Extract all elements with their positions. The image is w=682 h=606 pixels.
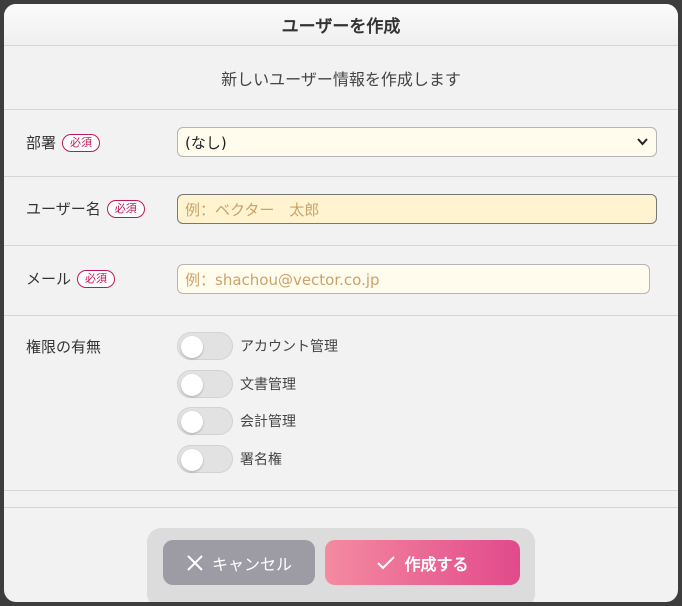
required-badge: 必須 [77,269,116,288]
cancel-button-label: キャンセル [211,554,292,574]
toggle-switch[interactable] [177,407,233,435]
permission-toggle-accounting[interactable]: 会計管理 [177,407,296,435]
email-label: メール [26,270,72,288]
dialog-title: ユーザーを作成 [4,4,678,46]
username-label-group: ユーザー名 必須 [26,198,145,219]
create-button[interactable]: 作成する [325,540,520,585]
username-row: ユーザー名 必須 例：ベクター 太郎 [4,177,678,246]
email-row: メール 必須 例：shachou@vector.co.jp [4,246,678,316]
check-icon [376,555,396,571]
username-placeholder: 例：ベクター 太郎 [185,200,320,219]
close-icon [186,554,204,572]
toggle-knob [181,449,203,471]
permission-toggle-account[interactable]: アカウント管理 [177,332,338,360]
create-button-label: 作成する [404,554,469,574]
department-label-group: 部署 必須 [26,132,101,153]
toggle-knob [181,336,203,358]
permission-label: 文書管理 [240,377,296,393]
dialog-footer: キャンセル 作成する [147,528,535,602]
department-label: 部署 [26,134,57,152]
username-label: ユーザー名 [26,200,101,218]
department-select[interactable]: (なし) [177,127,657,157]
permissions-label: 権限の有無 [26,338,102,356]
create-user-dialog: ユーザーを作成 新しいユーザー情報を作成します 部署 必須 (なし) ユーザー名… [4,4,678,602]
required-badge: 必須 [106,199,145,218]
divider [4,491,678,508]
permission-label: アカウント管理 [240,339,338,355]
cancel-button[interactable]: キャンセル [163,540,315,585]
username-input[interactable]: 例：ベクター 太郎 [177,194,657,224]
email-placeholder: 例：shachou@vector.co.jp [185,270,380,289]
toggle-switch[interactable] [177,332,233,360]
email-label-group: メール 必須 [26,268,116,289]
permission-label: 会計管理 [240,414,296,430]
department-row: 部署 必須 (なし) [4,110,678,177]
required-badge: 必須 [62,133,101,152]
toggle-switch[interactable] [177,445,233,473]
permission-label: 署名権 [240,452,282,468]
toggle-knob [181,374,203,396]
email-input[interactable]: 例：shachou@vector.co.jp [177,264,650,294]
dialog-subtitle: 新しいユーザー情報を作成します [4,46,678,110]
chevron-down-icon [637,136,648,149]
toggle-switch[interactable] [177,370,233,398]
permissions-row: 権限の有無 アカウント管理 文書管理 会計管理 署名権 [4,316,678,491]
permission-toggle-signature[interactable]: 署名権 [177,445,282,473]
toggle-knob [181,411,203,433]
department-select-value: (なし) [185,133,227,152]
permission-toggle-documents[interactable]: 文書管理 [177,370,296,398]
